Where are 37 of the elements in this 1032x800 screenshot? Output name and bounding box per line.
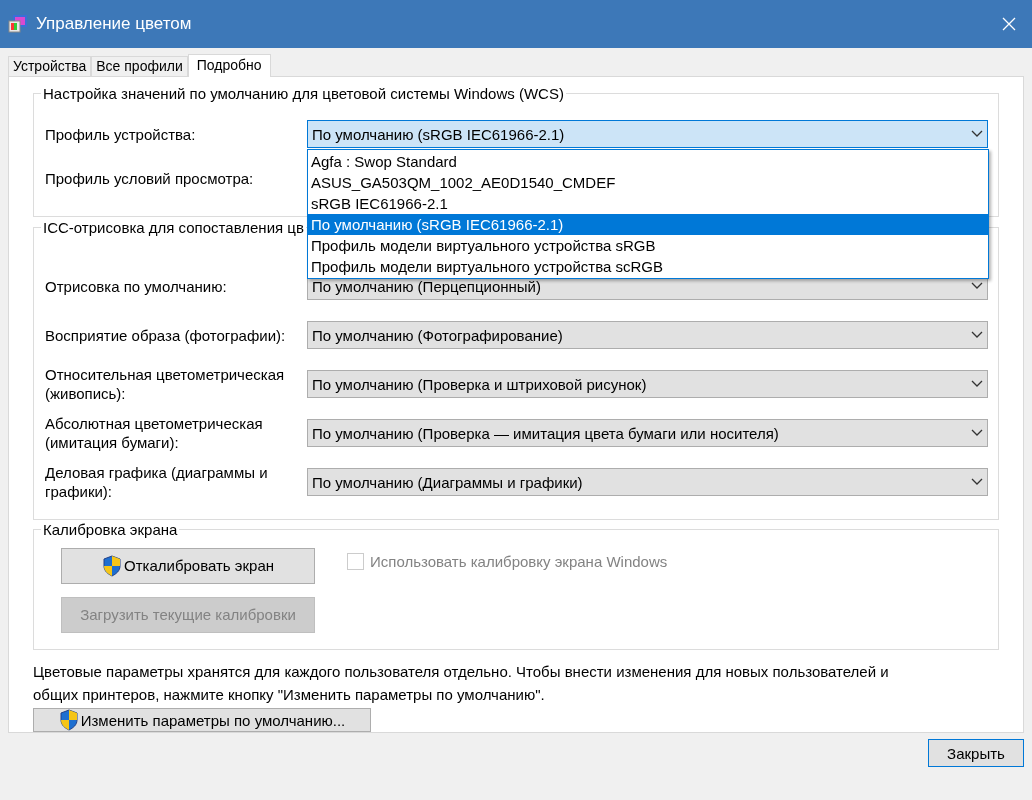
field-label: Абсолютная цветометрическая (имитация бумаги): bbox=[45, 414, 264, 453]
chevron-down-icon bbox=[971, 478, 983, 487]
field-label: Деловая графика (диаграммы и графики): bbox=[45, 463, 269, 502]
rendering-select[interactable]: По умолчанию (Проверка и штриховой рисунок) bbox=[307, 370, 988, 399]
dropdown-option[interactable]: Профиль модели виртуального устройства sRGB bbox=[308, 235, 988, 256]
info-text: Цветовые параметры хранятся для каждого пользователя отдельно. Чтобы внести изменения для новых пользователей и общих принтеров, нажмите кнопку "Изменить параметры по умолчанию". bbox=[33, 661, 890, 705]
tab[interactable]: Все профили bbox=[91, 56, 188, 76]
field-label: Профиль условий просмотра: bbox=[45, 168, 255, 188]
close-button[interactable]: Закрыть bbox=[928, 739, 1024, 767]
dropdown-option[interactable]: sRGB IEC61966-2.1 bbox=[308, 193, 988, 214]
chevron-down-icon bbox=[971, 331, 983, 340]
dropdown-option[interactable]: По умолчанию (sRGB IEC61966-2.1) bbox=[308, 214, 988, 235]
tab[interactable]: Подробно bbox=[187, 54, 271, 77]
field-label: Восприятие образа (фотографии): bbox=[45, 325, 287, 345]
tab[interactable]: Устройства bbox=[8, 56, 92, 76]
checkbox-label: Использовать калибровку экрана Windows bbox=[370, 552, 668, 570]
group-title: ICC-отрисовка для сопоставления цв bbox=[42, 218, 305, 236]
chevron-down-icon bbox=[971, 380, 983, 389]
chevron-down-icon bbox=[971, 429, 983, 438]
app-icon bbox=[8, 14, 28, 34]
group-title: Калибровка экрана bbox=[42, 520, 179, 538]
field-label: Отрисовка по умолчанию: bbox=[45, 276, 228, 296]
field-label: Относительная цветометрическая (живопись): bbox=[45, 365, 286, 404]
dropdown-option[interactable]: Профиль модели виртуального устройства scRGB bbox=[308, 256, 988, 277]
chevron-down-icon bbox=[971, 130, 983, 138]
window-title: Управление цветом bbox=[36, 14, 193, 34]
calibration-button[interactable]: Откалибровать экран bbox=[61, 547, 315, 584]
chevron-down-icon bbox=[971, 282, 983, 291]
rendering-select[interactable]: По умолчанию (Фотографирование) bbox=[307, 321, 988, 350]
rendering-select[interactable]: По умолчанию (Проверка — имитация цвета бумаги или носителя) bbox=[307, 419, 988, 448]
group-title: Настройка значений по умолчанию для цветовой системы Windows (WCS) bbox=[42, 85, 565, 102]
dropdown-option[interactable]: ASUS_GA503QM_1002_AE0D1540_CMDEF bbox=[308, 172, 988, 193]
change-defaults-button[interactable]: Изменить параметры по умолчанию... bbox=[33, 708, 371, 732]
rendering-select[interactable]: По умолчанию (Диаграммы и графики) bbox=[307, 468, 988, 497]
dropdown-option[interactable]: Agfa : Swop Standard bbox=[308, 151, 988, 172]
field-label: Профиль устройства: bbox=[45, 124, 197, 144]
close-icon[interactable] bbox=[1002, 17, 1016, 31]
